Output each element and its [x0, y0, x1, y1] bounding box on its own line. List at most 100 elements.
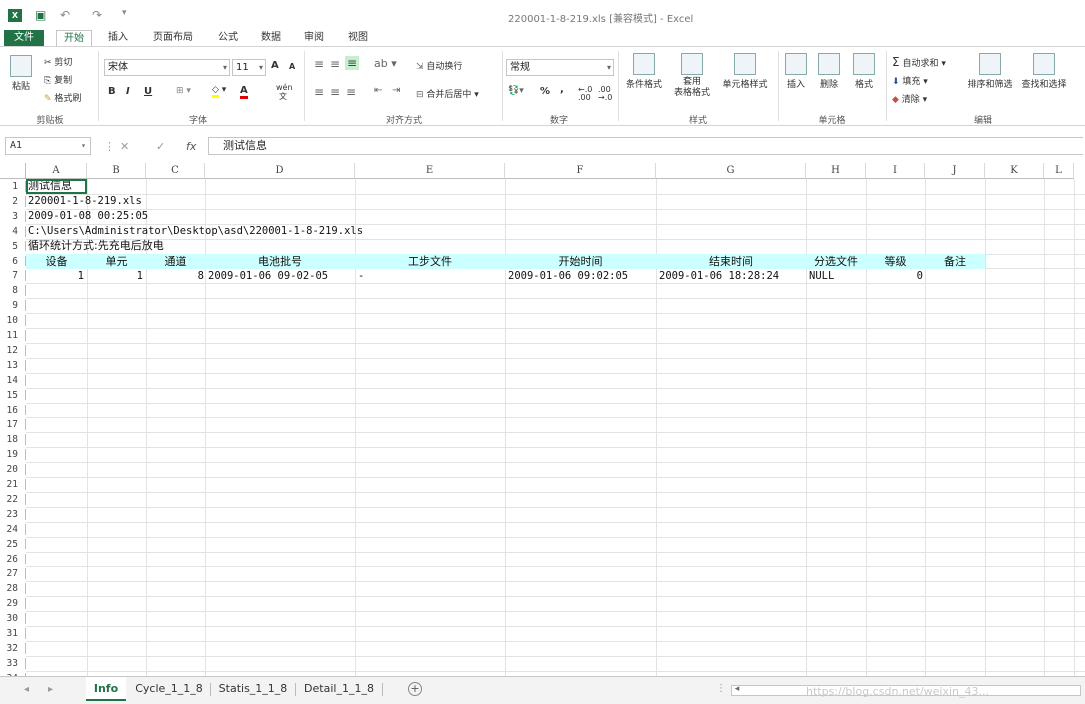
align-middle-icon[interactable]: ≡: [330, 57, 340, 71]
row-header[interactable]: 32: [0, 642, 26, 654]
column-header[interactable]: B: [87, 163, 146, 179]
row-header[interactable]: 8: [0, 285, 26, 296]
row-header[interactable]: 13: [0, 359, 26, 371]
row-header[interactable]: 28: [0, 583, 26, 594]
format-as-table-button[interactable]: 套用 表格格式: [668, 53, 716, 99]
column-header[interactable]: J: [925, 163, 985, 179]
row-header[interactable]: 7: [0, 270, 26, 281]
row-header[interactable]: 23: [0, 508, 26, 520]
header-channel[interactable]: 通道: [146, 254, 205, 269]
cell-end-time[interactable]: 2009-01-06 18:28:24: [659, 269, 779, 283]
column-header[interactable]: D: [205, 163, 355, 179]
sort-filter-button[interactable]: 排序和筛选: [964, 53, 1016, 90]
decrease-indent-icon[interactable]: ⇤: [374, 85, 382, 96]
tab-page-layout[interactable]: 页面布局: [146, 30, 200, 46]
autosum-button[interactable]: Σ 自动求和 ▾: [892, 55, 946, 69]
header-start-time[interactable]: 开始时间: [505, 254, 656, 269]
font-name-select[interactable]: 宋体 ▾: [104, 59, 230, 76]
cell-channel[interactable]: 8: [146, 269, 204, 283]
save-icon[interactable]: ▣: [35, 8, 46, 22]
tab-insert[interactable]: 插入: [100, 30, 136, 46]
tab-view[interactable]: 视图: [340, 30, 376, 46]
sheet-tab-statis[interactable]: Statis_1_1_8: [213, 677, 293, 701]
format-painter-button[interactable]: ✎ 格式刷: [44, 91, 81, 104]
column-header[interactable]: F: [505, 163, 656, 179]
tab-file[interactable]: 文件: [4, 30, 44, 46]
row-header[interactable]: 3: [0, 210, 26, 222]
header-grade[interactable]: 等级: [866, 254, 925, 269]
paste-button[interactable]: 粘贴: [6, 55, 36, 92]
row-header[interactable]: 18: [0, 434, 26, 445]
header-remark[interactable]: 备注: [925, 254, 985, 269]
header-step-file[interactable]: 工步文件: [355, 254, 505, 269]
scroll-left-arrow-icon[interactable]: ◂: [732, 684, 742, 694]
row-header[interactable]: 30: [0, 613, 26, 624]
copy-button[interactable]: ⎘ 复制: [44, 73, 72, 86]
sheet-tab-detail[interactable]: Detail_1_1_8: [298, 677, 380, 701]
grow-font-button[interactable]: A: [271, 60, 279, 71]
phonetic-icon[interactable]: wén 文: [276, 83, 293, 101]
cancel-icon[interactable]: ✕: [120, 140, 129, 153]
insert-cells-button[interactable]: 插入: [782, 53, 810, 90]
row-header[interactable]: 5: [0, 240, 26, 252]
header-end-time[interactable]: 结束时间: [656, 254, 806, 269]
cell-a4[interactable]: C:\Users\Administrator\Desktop\asd\22000…: [28, 224, 363, 238]
clear-button[interactable]: ◆ 清除 ▾: [892, 92, 927, 105]
scroll-left-icon[interactable]: ◂: [24, 684, 29, 695]
align-center-icon[interactable]: ≡: [330, 85, 340, 99]
cell-start-time[interactable]: 2009-01-06 09:02:05: [508, 269, 628, 283]
row-header[interactable]: 14: [0, 374, 26, 386]
font-size-select[interactable]: 11 ▾: [232, 59, 266, 76]
currency-icon[interactable]: 💱▾: [508, 86, 524, 96]
decrease-decimal-button[interactable]: .00 →.0: [598, 86, 616, 102]
cell-device[interactable]: 1: [26, 269, 84, 283]
column-header[interactable]: L: [1044, 163, 1074, 179]
number-format-select[interactable]: 常规 ▾: [506, 59, 614, 76]
row-header[interactable]: 24: [0, 523, 26, 535]
increase-indent-icon[interactable]: ⇥: [392, 85, 400, 96]
sheet-tab-info[interactable]: Info: [86, 677, 126, 701]
column-header[interactable]: K: [985, 163, 1044, 179]
cell-styles-button[interactable]: 单元格样式: [718, 53, 772, 90]
row-header[interactable]: 6: [0, 255, 26, 266]
shrink-font-button[interactable]: A: [289, 62, 295, 71]
name-box[interactable]: A1 ▾: [5, 137, 91, 155]
cell-unit[interactable]: 1: [87, 269, 143, 283]
row-header[interactable]: 19: [0, 449, 26, 460]
row-header[interactable]: 17: [0, 419, 26, 430]
cell-a3[interactable]: 2009-01-08 00:25:05: [28, 209, 148, 223]
row-header[interactable]: 27: [0, 568, 26, 579]
add-sheet-button[interactable]: +: [408, 682, 422, 696]
cell-a5[interactable]: 循环统计方式:先充电后放电: [28, 239, 164, 253]
format-cells-button[interactable]: 格式: [850, 53, 878, 90]
comma-button[interactable]: ,: [560, 84, 564, 95]
formula-input[interactable]: 测试信息: [208, 137, 1083, 155]
fill-button[interactable]: ⬇ 填充 ▾: [892, 74, 928, 87]
borders-icon[interactable]: ⊞ ▾: [176, 86, 191, 96]
row-header[interactable]: 2: [0, 195, 26, 207]
column-header[interactable]: C: [146, 163, 205, 179]
row-header[interactable]: 16: [0, 404, 26, 415]
row-header[interactable]: 11: [0, 330, 26, 341]
row-header[interactable]: 10: [0, 315, 26, 326]
row-header[interactable]: 22: [0, 493, 26, 505]
align-bottom-icon[interactable]: ≡: [345, 56, 360, 70]
align-left-icon[interactable]: ≡: [314, 85, 324, 99]
row-header[interactable]: 1: [0, 181, 26, 192]
wrap-text-button[interactable]: ⇲ 自动换行: [416, 59, 462, 72]
row-header[interactable]: 12: [0, 344, 26, 356]
cell-step-file[interactable]: -: [358, 269, 364, 283]
header-batch[interactable]: 电池批号: [205, 254, 355, 269]
insert-function-icon[interactable]: fx: [186, 140, 196, 153]
column-header[interactable]: A: [26, 163, 87, 179]
row-header[interactable]: 9: [0, 300, 26, 311]
row-header[interactable]: 21: [0, 479, 26, 490]
merge-center-button[interactable]: ⊟ 合并后居中 ▾: [416, 87, 479, 100]
row-header[interactable]: 33: [0, 657, 26, 669]
cell-a2[interactable]: 220001-1-8-219.xls: [28, 194, 142, 208]
font-color-button[interactable]: A: [240, 85, 248, 99]
customize-toolbar-icon[interactable]: ▾: [122, 8, 127, 18]
header-unit[interactable]: 单元: [87, 254, 146, 269]
select-all-corner[interactable]: [0, 163, 26, 179]
increase-decimal-button[interactable]: ←.0 .00: [578, 86, 596, 102]
